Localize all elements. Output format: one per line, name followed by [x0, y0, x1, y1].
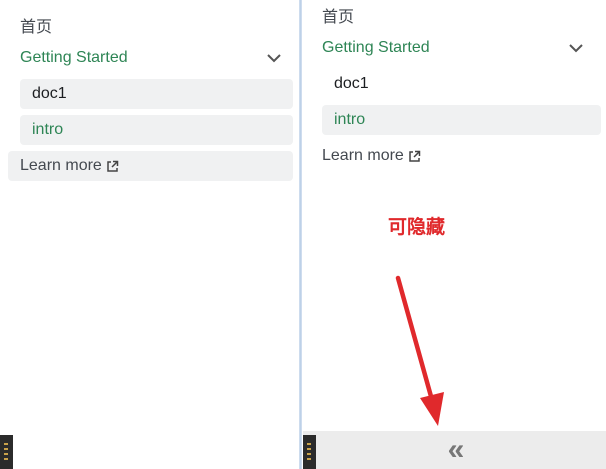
double-chevron-left-icon: « [447, 433, 465, 466]
sidebar-item-label: doc1 [32, 85, 67, 102]
category-getting-started[interactable]: Getting Started [20, 42, 282, 74]
nav-home-link[interactable]: 首页 [20, 13, 52, 37]
learn-more-label: Learn more [322, 147, 404, 164]
external-link-icon [106, 160, 119, 173]
learn-more-link[interactable]: Learn more [310, 141, 595, 171]
sidebar-item-label: intro [32, 121, 64, 138]
category-label: Getting Started [322, 39, 430, 56]
sidebar-expanded-left: 首页 Getting Started doc1 intro Learn more [0, 0, 300, 469]
category-getting-started[interactable]: Getting Started [322, 32, 584, 64]
nav-home-link[interactable]: 首页 [322, 3, 354, 27]
sidebar-item-doc1[interactable]: doc1 [322, 69, 601, 99]
collapse-sidebar-button[interactable]: « [303, 431, 606, 469]
scroll-handle-right [303, 435, 316, 469]
chevron-down-icon[interactable] [266, 50, 282, 66]
pane-divider [299, 0, 302, 469]
sidebar-item-intro[interactable]: intro [20, 115, 293, 145]
sidebar-item-doc1[interactable]: doc1 [20, 79, 293, 109]
category-label: Getting Started [20, 49, 128, 66]
annotation-label: 可隐藏 [388, 216, 446, 238]
external-link-icon [408, 150, 421, 163]
sidebar-item-label: intro [334, 111, 366, 128]
learn-more-link[interactable]: Learn more [8, 151, 293, 181]
scroll-handle-left [0, 435, 13, 469]
sidebar-item-label: doc1 [334, 75, 369, 92]
chevron-down-icon[interactable] [568, 40, 584, 56]
sidebar-item-intro[interactable]: intro [322, 105, 601, 135]
learn-more-label: Learn more [20, 157, 102, 174]
annotation-arrow-icon [395, 275, 444, 426]
